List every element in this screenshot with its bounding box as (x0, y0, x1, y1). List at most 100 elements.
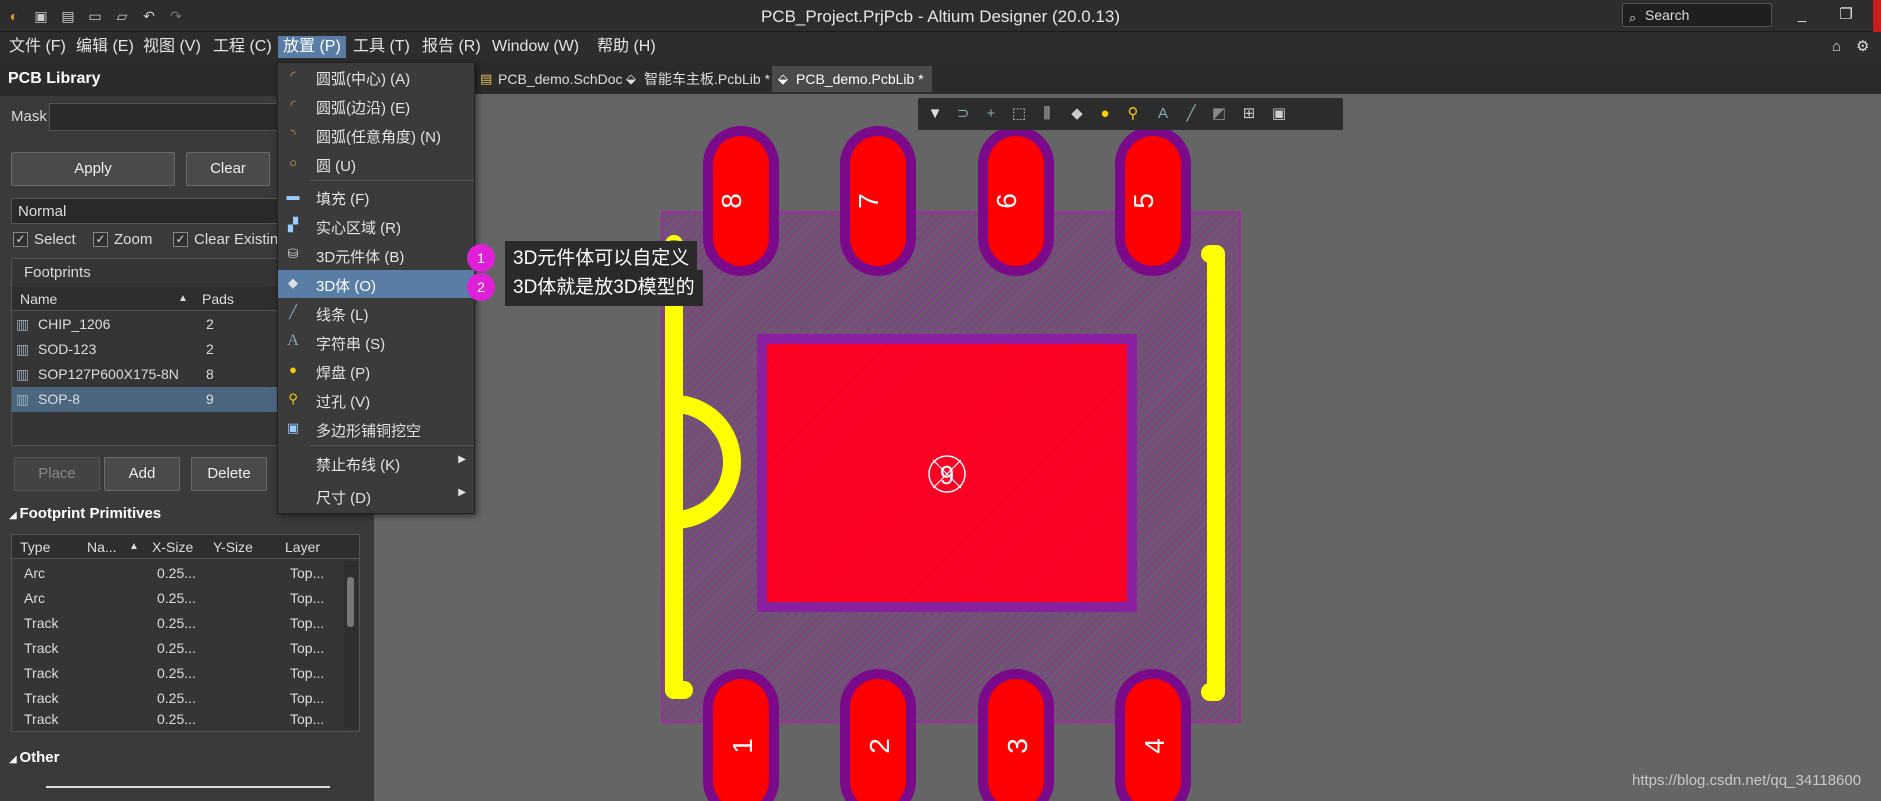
mode-select-value: Normal (18, 203, 67, 220)
primitive-row[interactable]: Track 0.25... Top... (12, 661, 342, 686)
col-name[interactable]: Name (20, 291, 57, 307)
menu-view[interactable]: 视图 (V) (138, 36, 206, 58)
cross-icon[interactable]: + (980, 104, 1002, 124)
primitive-row[interactable]: Arc 0.25... Top... (12, 586, 342, 611)
keepout-icon[interactable]: ◩ (1208, 104, 1230, 124)
primitive-row[interactable]: Arc 0.25... Top... (12, 561, 342, 586)
pcb-canvas[interactable]: 9 8 7 6 5 1 2 3 4 (374, 94, 1881, 801)
primitive-row[interactable]: Track 0.25... Top... (12, 636, 342, 661)
select-checkbox[interactable]: ✓ Select (13, 231, 76, 248)
primitive-layer: Top... (290, 615, 325, 631)
primitive-type: Track (24, 615, 59, 631)
menu-string[interactable]: A 字符串 (S) (278, 328, 474, 356)
restore-button[interactable]: ❐ (1832, 4, 1860, 26)
menu-project[interactable]: 工程 (C) (208, 36, 277, 58)
col-pads[interactable]: Pads (202, 291, 234, 307)
delete-button[interactable]: Delete (191, 457, 267, 491)
minimize-button[interactable]: _ (1788, 4, 1816, 26)
footprint-primitives-section[interactable]: ◢ Footprint Primitives (9, 505, 161, 522)
primitive-type: Track (24, 665, 59, 681)
submenu-arrow-icon: ▶ (458, 487, 466, 498)
primitive-x-size: 0.25... (157, 615, 196, 631)
menu-arc-any-angle[interactable]: ◝ 圆弧(任意角度) (N) (278, 121, 474, 149)
pad-icon[interactable]: ● (1094, 104, 1116, 124)
line-icon[interactable]: ╱ (1180, 104, 1202, 124)
footprint-name: SOD-123 (38, 341, 97, 357)
pcblib-doc-icon: ⬙ (778, 71, 788, 86)
menu-fill[interactable]: ▬ 填充 (F) (278, 183, 474, 211)
schematic-doc-icon: ▤ (480, 71, 493, 86)
menu-reports[interactable]: 报告 (R) (417, 36, 486, 58)
footprint-name: CHIP_1206 (38, 316, 111, 332)
dimension-icon[interactable]: ⊞ (1238, 104, 1260, 124)
polygon-icon[interactable]: ▣ (1268, 104, 1290, 124)
footprint-name: SOP-8 (38, 391, 81, 407)
menu-via[interactable]: ⚲ 过孔 (V) (278, 386, 474, 414)
col-y-size[interactable]: Y-Size (213, 539, 253, 555)
close-button[interactable] (1873, 0, 1881, 32)
menu-tools[interactable]: 工具 (T) (348, 36, 415, 58)
menu-help[interactable]: 帮助 (H) (592, 36, 661, 58)
add-button[interactable]: Add (104, 457, 180, 491)
tab-smartcar-pcblib[interactable]: ⬙ 智能车主板.PcbLib * (620, 66, 778, 92)
select-rect-icon[interactable]: ⬚ (1008, 104, 1030, 124)
primitive-x-size: 0.25... (157, 640, 196, 656)
3d-component-body-icon: ⛁ (287, 246, 299, 261)
footprint-pads: 9 (206, 391, 214, 407)
scrollbar[interactable] (344, 561, 358, 729)
align-icon[interactable]: ⫼ (1036, 104, 1058, 124)
menu-place[interactable]: 放置 (P) (278, 36, 346, 58)
pad-label: 8 (716, 193, 747, 209)
clear-existing-checkbox[interactable]: ✓ Clear Existing (173, 231, 287, 248)
home-icon[interactable]: ⌂ (1832, 38, 1841, 55)
col-x-size[interactable]: X-Size (152, 539, 193, 555)
menu-window[interactable]: Window (W) (487, 36, 584, 58)
tab-schdoc[interactable]: ▤ PCB_demo.SchDoc (474, 66, 631, 92)
callout-badge: 1 (467, 244, 495, 272)
menu-dimension[interactable]: 尺寸 (D) ▶ (278, 482, 474, 510)
tab-pcb-demo-pcblib[interactable]: ⬙ PCB_demo.PcbLib * (772, 66, 932, 92)
primitive-layer: Top... (290, 565, 325, 581)
bottom-pad-1: 1 (703, 669, 779, 801)
col-name[interactable]: Na... (87, 539, 117, 555)
primitive-row[interactable]: Track 0.25... Top... (12, 611, 342, 636)
menu-polygon-cutout[interactable]: ▣ 多边形铺铜挖空 (278, 415, 474, 443)
3d-body-icon[interactable]: ◆ (1066, 104, 1088, 124)
menu-solid-region[interactable]: ▞ 实心区域 (R) (278, 212, 474, 240)
footprint-icon: ▥ (16, 316, 30, 332)
menu-item-label: 3D体 (O) (316, 278, 377, 295)
gear-icon[interactable]: ⚙ (1856, 37, 1869, 55)
menu-arc-center[interactable]: ◜ 圆弧(中心) (A) (278, 63, 474, 91)
clear-button[interactable]: Clear (186, 152, 270, 186)
scrollbar-thumb[interactable] (347, 577, 354, 627)
col-type[interactable]: Type (20, 539, 50, 555)
route-icon[interactable]: ⊃ (952, 104, 974, 124)
zoom-checkbox[interactable]: ✓ Zoom (93, 231, 152, 248)
pad-label: 7 (853, 193, 884, 209)
primitive-row[interactable]: Track 0.25... Top... (12, 707, 342, 732)
menu-circle[interactable]: ○ 圆 (U) (278, 150, 474, 178)
menu-3d-body[interactable]: ◆ 3D体 (O) (278, 270, 474, 298)
primitives-group: Type Na... ▲ X-Size Y-Size Layer Arc 0.25… (11, 534, 360, 732)
pad-label: 1 (727, 738, 758, 754)
menu-line[interactable]: ╱ 线条 (L) (278, 299, 474, 327)
search-input[interactable]: ⌕ Search (1622, 3, 1772, 27)
menu-pad[interactable]: ● 焊盘 (P) (278, 357, 474, 385)
filter-icon[interactable]: ▼ (924, 104, 946, 124)
zoom-checkbox-label: Zoom (114, 231, 153, 248)
menu-3d-component-body[interactable]: ⛁ 3D元件体 (B) (278, 241, 474, 269)
apply-button[interactable]: Apply (11, 152, 175, 186)
bottom-pad-2: 2 (840, 669, 916, 801)
footprint-name: SOP127P600X175-8N (38, 366, 179, 382)
callout-badge: 2 (467, 273, 495, 301)
menu-file[interactable]: 文件 (F) (4, 36, 71, 58)
pad-label: 4 (1139, 738, 1170, 754)
via-icon[interactable]: ⚲ (1122, 104, 1144, 124)
place-button[interactable]: Place (14, 457, 100, 491)
col-layer[interactable]: Layer (285, 539, 320, 555)
menu-arc-edge[interactable]: ◜ 圆弧(边沿) (E) (278, 92, 474, 120)
menu-keepout[interactable]: 禁止布线 (K) ▶ (278, 449, 474, 477)
menu-edit[interactable]: 编辑 (E) (71, 36, 139, 58)
string-icon[interactable]: A (1152, 104, 1174, 124)
other-section[interactable]: ◢ Other (9, 749, 59, 766)
